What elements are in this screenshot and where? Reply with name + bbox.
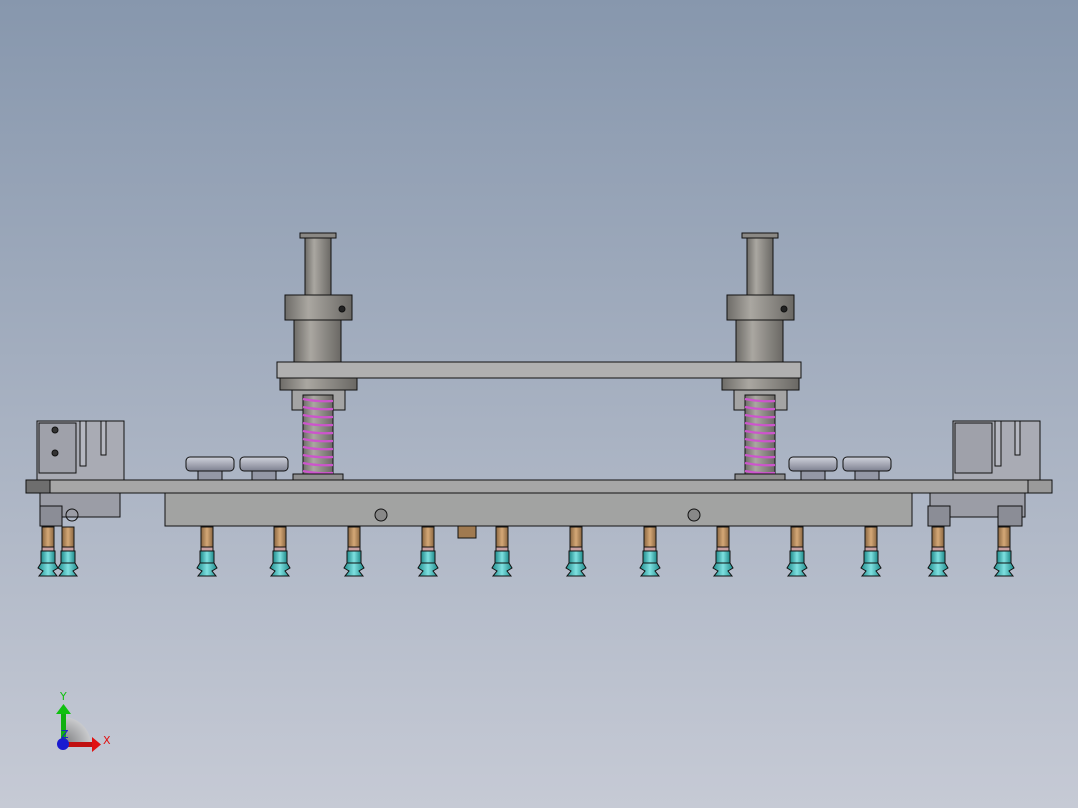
viewport-background: [0, 0, 1078, 808]
cup-lip: [343, 562, 365, 577]
fitting-band: [643, 546, 657, 552]
collar-screw-icon: [780, 305, 788, 313]
brass-fitting: [61, 526, 75, 548]
brass-fitting: [716, 526, 730, 548]
knob-cap: [788, 456, 838, 472]
cup-body: [863, 550, 879, 564]
cup-body: [272, 550, 288, 564]
manifold-port-hole: [687, 508, 701, 522]
sensor-bracket: [457, 525, 477, 539]
knob-cap: [239, 456, 289, 472]
cup-body: [40, 550, 56, 564]
brass-fitting: [273, 526, 287, 548]
collar-screw-icon: [338, 305, 346, 313]
fitting-band: [273, 546, 287, 552]
cup-lip: [993, 562, 1015, 577]
main-plate[interactable]: [25, 479, 1053, 494]
linear-bushing: [293, 319, 342, 363]
cad-viewport[interactable]: Y X Z: [0, 0, 1078, 808]
z-axis-label: Z: [61, 728, 69, 741]
post-cap: [741, 232, 779, 239]
post-cap: [299, 232, 337, 239]
post-shaft: [746, 237, 774, 296]
cup-lip: [860, 562, 882, 577]
fitting-band: [61, 546, 75, 552]
brass-fitting: [421, 526, 435, 548]
cup-body: [346, 550, 362, 564]
manifold-port-hole: [374, 508, 388, 522]
fitting-band: [495, 546, 509, 552]
y-axis-label: Y: [59, 690, 67, 703]
brass-fitting: [495, 526, 509, 548]
cup-body: [642, 550, 658, 564]
cup-body: [60, 550, 76, 564]
cup-lip: [639, 562, 661, 577]
brass-fitting: [347, 526, 361, 548]
fitting-band: [421, 546, 435, 552]
brass-fitting: [864, 526, 878, 548]
fitting-band: [931, 546, 945, 552]
cup-body: [996, 550, 1012, 564]
cup-lip: [712, 562, 734, 577]
knob-cap: [842, 456, 892, 472]
spring-base-washer: [734, 473, 786, 481]
brass-fitting: [997, 526, 1011, 548]
cup-body: [420, 550, 436, 564]
cup-body: [930, 550, 946, 564]
fitting-band: [864, 546, 878, 552]
spring-base-washer: [292, 473, 344, 481]
fitting-band: [200, 546, 214, 552]
fitting-band: [347, 546, 361, 552]
brass-fitting: [931, 526, 945, 548]
brass-fitting: [41, 526, 55, 548]
cup-lip: [37, 562, 59, 577]
cup-lip: [417, 562, 439, 577]
bushing-flange: [279, 377, 358, 391]
brass-fitting: [643, 526, 657, 548]
linear-bushing: [735, 319, 784, 363]
upper-plate[interactable]: [276, 361, 802, 379]
main-plate-end-right: [1027, 479, 1053, 494]
cup-lip: [786, 562, 808, 577]
fitting-band: [41, 546, 55, 552]
fitting-band: [569, 546, 583, 552]
cup-lip: [196, 562, 218, 577]
x-axis-label: X: [103, 734, 111, 747]
brass-fitting: [200, 526, 214, 548]
left-cylinder-block[interactable]: [36, 420, 125, 527]
cup-body: [715, 550, 731, 564]
cup-body: [789, 550, 805, 564]
cup-lip: [57, 562, 79, 577]
brass-fitting: [790, 526, 804, 548]
cup-lip: [565, 562, 587, 577]
cup-body: [568, 550, 584, 564]
main-plate-end-left: [25, 479, 51, 494]
cup-lip: [491, 562, 513, 577]
manifold-block[interactable]: [164, 492, 913, 527]
fitting-band: [790, 546, 804, 552]
brass-fitting: [569, 526, 583, 548]
post-shaft: [304, 237, 332, 296]
fitting-band: [997, 546, 1011, 552]
cup-body: [199, 550, 215, 564]
cup-lip: [269, 562, 291, 577]
knob-cap: [185, 456, 235, 472]
cup-body: [494, 550, 510, 564]
fitting-band: [716, 546, 730, 552]
cup-lip: [927, 562, 949, 577]
bushing-flange: [721, 377, 800, 391]
